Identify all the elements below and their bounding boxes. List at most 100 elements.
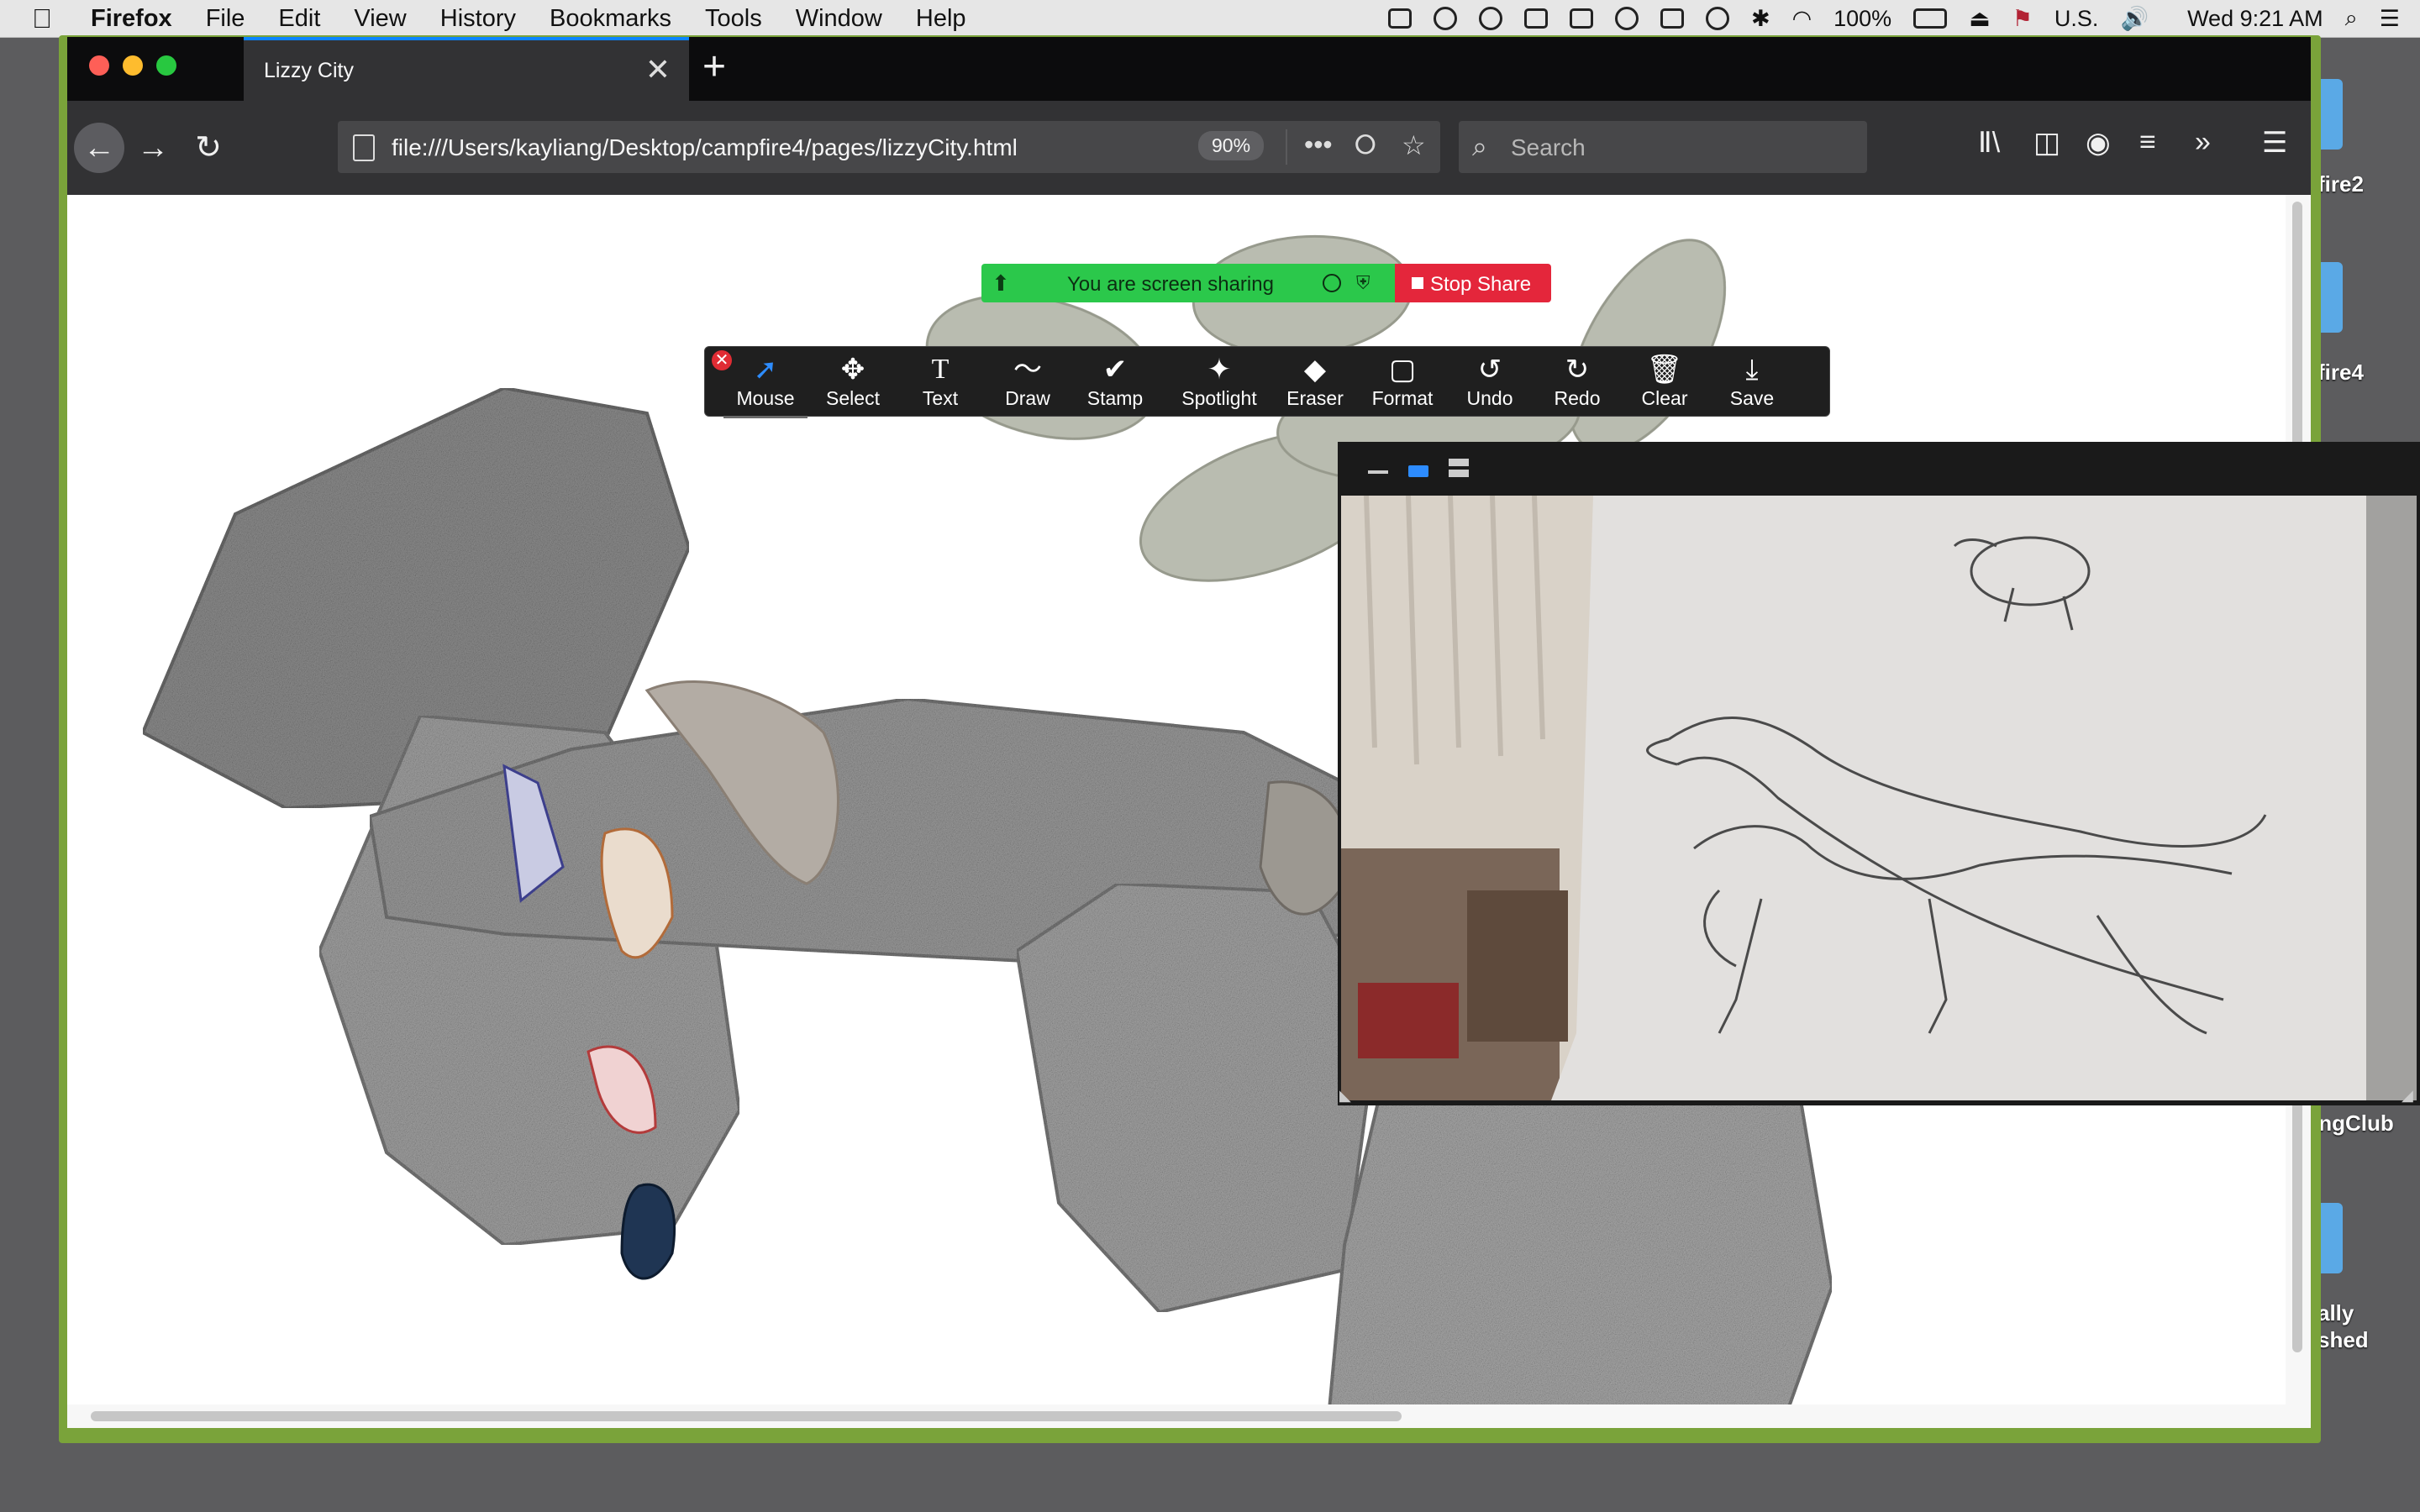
tool-label: Spotlight xyxy=(1181,387,1257,409)
tool-label: Mouse xyxy=(736,387,795,409)
dnd-icon[interactable] xyxy=(1614,7,1639,30)
tab-bar: Lizzy City ✕ + xyxy=(67,37,2311,101)
menu-tools[interactable]: Tools xyxy=(705,5,762,33)
overflow-chevron-icon[interactable]: » xyxy=(2195,126,2211,159)
participant-video[interactable] xyxy=(1341,496,2417,1100)
back-button[interactable]: ← xyxy=(74,123,124,173)
zoom-indicator[interactable]: 90% xyxy=(1198,131,1265,160)
screen-mirror-icon[interactable] xyxy=(1569,8,1593,29)
tool-format[interactable]: ▢ Format xyxy=(1360,352,1444,416)
page-icon xyxy=(353,134,375,161)
desktop-label: fire2 xyxy=(2317,171,2364,197)
camera-feed xyxy=(1341,496,2417,1100)
creative-cloud-icon[interactable] xyxy=(1433,7,1457,30)
tool-label: Redo xyxy=(1554,387,1601,409)
sharing-status[interactable]: ⬆ You are screen sharing ⛨ xyxy=(981,264,1395,302)
close-window-button[interactable] xyxy=(89,55,109,76)
tool-undo[interactable]: ↺ Undo xyxy=(1448,352,1532,416)
tab-lizzy-city[interactable]: Lizzy City ✕ xyxy=(244,37,689,101)
desktop-label: ingClub xyxy=(2312,1110,2394,1136)
url-bar[interactable]: file:///Users/kayliang/Desktop/campfire4… xyxy=(338,121,1440,173)
tool-redo[interactable]: ↻ Redo xyxy=(1535,352,1619,416)
wifi-icon[interactable]: ◠ xyxy=(1792,6,1812,32)
clock[interactable]: Wed 9:21 AM xyxy=(2187,6,2323,32)
time-machine-icon[interactable] xyxy=(1705,7,1729,30)
display-icon[interactable] xyxy=(1523,8,1548,29)
battery-percent: 100% xyxy=(1833,5,1892,31)
video-panel: ◣ ◢ xyxy=(1338,442,2420,1105)
tool-stamp[interactable]: ✔ Stamp xyxy=(1073,352,1157,416)
menu-view[interactable]: View xyxy=(354,5,406,33)
minimize-video-icon[interactable] xyxy=(1368,470,1388,474)
gallery-view-icon[interactable] xyxy=(1449,459,1469,477)
zoom-window-button[interactable] xyxy=(156,55,176,76)
sidebar-icon[interactable]: ◫ xyxy=(2033,126,2060,160)
menu-bookmarks[interactable]: Bookmarks xyxy=(550,5,671,33)
menu-window[interactable]: Window xyxy=(796,5,882,33)
single-video-icon[interactable] xyxy=(1408,465,1428,477)
horizontal-scrollbar[interactable] xyxy=(67,1404,2286,1428)
forward-button[interactable]: → xyxy=(128,123,178,173)
hamburger-menu-icon[interactable]: ☰ xyxy=(2262,126,2287,160)
tool-text[interactable]: T Text xyxy=(898,352,982,416)
menu-extra-icon[interactable] xyxy=(1478,7,1502,30)
zoom-icon[interactable] xyxy=(1387,8,1412,29)
tool-save[interactable]: ⤓ Save xyxy=(1710,352,1794,416)
search-box[interactable]: ⌕ Search xyxy=(1459,121,1867,173)
desktop-label: ally xyxy=(2317,1300,2354,1326)
text-icon: T xyxy=(931,354,950,385)
url-text[interactable]: file:///Users/kayliang/Desktop/campfire4… xyxy=(392,134,1018,161)
spotlight-icon[interactable]: ⌕ xyxy=(2345,5,2358,32)
volume-icon[interactable]: 🔊 xyxy=(2120,5,2149,32)
bluetooth-icon[interactable]: ✱ xyxy=(1751,6,1770,32)
tool-label: Text xyxy=(922,387,959,409)
tool-select[interactable]: ✥ Select xyxy=(811,352,895,416)
tool-eraser[interactable]: ◆ Eraser xyxy=(1273,352,1357,416)
menu-history[interactable]: History xyxy=(440,5,516,33)
scroll-thumb[interactable] xyxy=(91,1411,1402,1421)
page-actions-icon[interactable]: ••• xyxy=(1304,129,1333,160)
tab-title: Lizzy City xyxy=(264,59,354,82)
draw-icon: 〜 xyxy=(1013,354,1042,386)
input-source[interactable]: U.S. xyxy=(2054,6,2099,32)
tool-label: Select xyxy=(826,387,880,409)
tool-draw[interactable]: 〜 Draw xyxy=(986,352,1070,416)
resize-grip-icon[interactable]: ◣ xyxy=(1339,1087,1356,1104)
library-icon[interactable]: Ⅱ\ xyxy=(1978,126,2000,160)
eraser-icon: ◆ xyxy=(1303,354,1327,386)
menu-app-name[interactable]: Firefox xyxy=(91,5,172,33)
annotation-toolbar: ✕ ➚ Mouse ✥ Select T Text 〜 Draw ✔ Stamp… xyxy=(704,346,1830,418)
tool-mouse[interactable]: ➚ Mouse xyxy=(723,352,808,418)
battery-icon[interactable] xyxy=(1913,8,1948,29)
bookmark-star-icon[interactable]: ☆ xyxy=(1402,129,1426,161)
checkmark-icon: ✔ xyxy=(1102,354,1128,386)
url-divider xyxy=(1286,129,1287,165)
desktop-label: fire4 xyxy=(2317,360,2364,385)
navigation-toolbar: ← → ↻ file:///Users/kayliang/Desktop/cam… xyxy=(67,101,2311,195)
notification-center-icon[interactable]: ☰ xyxy=(2380,6,2400,32)
resize-grip-icon[interactable]: ◢ xyxy=(2402,1087,2418,1104)
tool-spotlight[interactable]: ✦ Spotlight xyxy=(1169,352,1270,416)
minimize-window-button[interactable] xyxy=(123,55,143,76)
reload-button[interactable]: ↻ xyxy=(183,123,234,173)
desktop-label: shed xyxy=(2317,1327,2369,1352)
stop-share-button[interactable]: Stop Share xyxy=(1395,264,1551,302)
screen-share-banner: ⬆ You are screen sharing ⛨ Stop Share xyxy=(981,264,1551,302)
pocket-icon[interactable]: ⭘ xyxy=(1355,129,1376,161)
extension-icon[interactable]: ≡ xyxy=(2139,126,2156,159)
format-icon: ▢ xyxy=(1388,354,1417,386)
tool-clear[interactable]: 🗑 Clear xyxy=(1623,352,1707,416)
airplay-icon[interactable] xyxy=(1660,8,1684,29)
close-tab-icon[interactable]: ✕ xyxy=(645,52,671,87)
apple-icon[interactable]:  xyxy=(32,3,62,34)
menu-help[interactable]: Help xyxy=(916,5,966,33)
eject-icon[interactable]: ⏏ xyxy=(1969,6,1991,32)
security-shield-icon[interactable]: ⛨ xyxy=(1356,272,1370,294)
account-icon[interactable]: ◉ xyxy=(2086,126,2111,160)
sharing-status-text: You are screen sharing xyxy=(1067,273,1274,296)
menu-file[interactable]: File xyxy=(206,5,245,33)
new-tab-button[interactable]: + xyxy=(702,44,726,90)
spotlight-icon: ✦ xyxy=(1207,354,1232,386)
menu-edit[interactable]: Edit xyxy=(278,5,320,33)
flag-icon[interactable]: ⚑ xyxy=(2012,6,2033,32)
